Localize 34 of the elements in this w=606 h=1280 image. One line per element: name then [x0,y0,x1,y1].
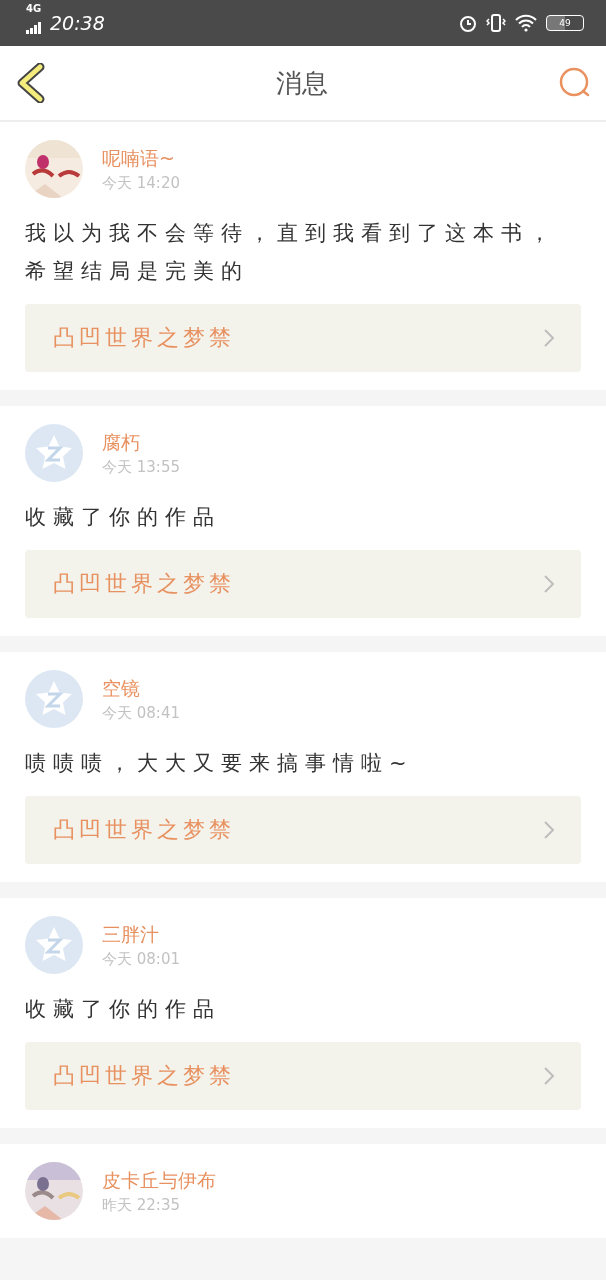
default-avatar-icon [25,916,83,974]
book-link[interactable]: 凸凹世界之梦禁 [25,1042,581,1110]
user-name[interactable]: 皮卡丘与伊布 [102,1167,216,1194]
message-text: 收藏了你的作品 [25,504,222,531]
book-link[interactable]: 凸凹世界之梦禁 [25,304,581,372]
default-avatar-icon [25,424,83,482]
network-label: 4G [26,3,42,14]
book-link[interactable]: 凸凹世界之梦禁 [25,550,581,618]
user-name[interactable]: 三胖汁 [102,921,180,948]
message-time: 今天 14:20 [102,173,180,193]
chevron-icon [543,328,555,348]
battery-indicator: 49 [546,15,584,31]
message-text: 啧啧啧，大大又要来搞事情啦~ [25,750,415,777]
user-name[interactable]: 空镜 [102,675,180,702]
signal-icon [26,22,42,34]
vibrate-icon [486,13,506,33]
message-time: 昨天 22:35 [102,1195,181,1215]
message-time: 今天 08:01 [102,949,180,969]
user-name[interactable]: 腐朽 [102,429,180,456]
message-text: 我以为我不会等待，直到我看到了这本书，希望结局是完美的 [25,220,558,285]
message-time: 今天 13:55 [102,457,180,477]
alarm-icon [458,13,478,33]
chevron-icon [543,1066,555,1086]
page-title: 消息 [276,66,328,100]
clock-time: 20:38 [50,12,105,34]
default-avatar-icon [25,670,83,728]
message-text: 收藏了你的作品 [25,996,222,1023]
back-button[interactable] [16,63,46,103]
chevron-icon [543,820,555,840]
wifi-icon [514,14,538,32]
message-time: 今天 08:41 [102,703,180,723]
book-link[interactable]: 凸凹世界之梦禁 [25,796,581,864]
chevron-icon [543,574,555,594]
user-name[interactable]: 呢喃语~ [102,145,180,172]
